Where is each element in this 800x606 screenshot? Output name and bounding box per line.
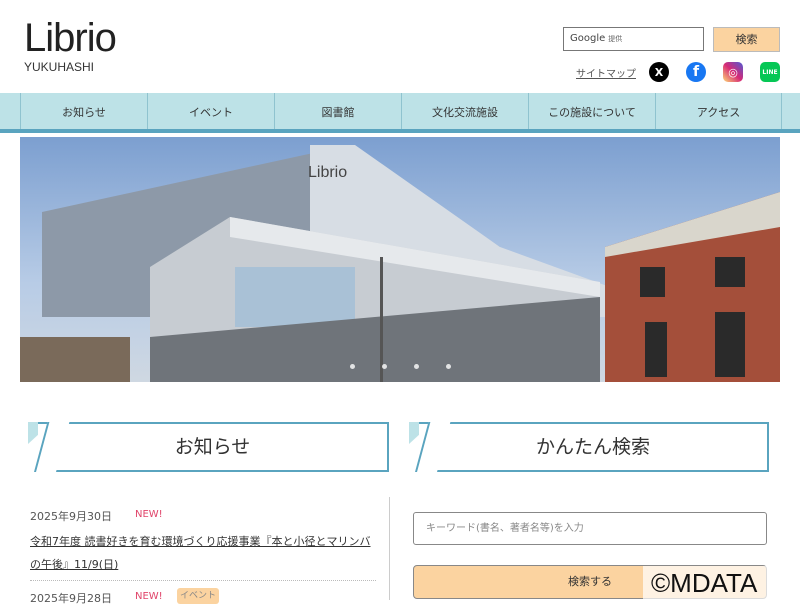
quick-search-heading: かんたん検索 xyxy=(419,422,769,472)
facebook-icon[interactable]: f xyxy=(686,62,706,82)
news-date: 2025年9月28日 xyxy=(30,592,112,605)
nav-culture[interactable]: 文化交流施設 xyxy=(401,93,528,129)
sitemap-link[interactable]: サイトマップ xyxy=(576,65,636,80)
google-note: 提供 xyxy=(608,35,623,43)
news-divider xyxy=(30,580,376,581)
news-link[interactable]: 令和7年度 読書好きを育む環境づくり応援事業『本と小径とマリンバの午後』11/9… xyxy=(30,530,380,576)
keyword-input[interactable]: キーワード(書名、著者名等)を入力 xyxy=(413,512,767,545)
nav-news[interactable]: お知らせ xyxy=(20,93,147,129)
x-icon[interactable]: X xyxy=(649,62,669,82)
slider-dot[interactable] xyxy=(382,364,387,369)
svg-text:Librio: Librio xyxy=(308,164,347,181)
news-date: 2025年9月30日 xyxy=(30,510,112,523)
slider-dot[interactable] xyxy=(446,364,451,369)
watermark: ©MDATA xyxy=(643,566,788,600)
hero-slider[interactable]: Librio xyxy=(20,137,780,382)
event-tag: イベント xyxy=(177,588,219,604)
nav-events[interactable]: イベント xyxy=(147,93,274,129)
logo-sub: YUKUHASHI xyxy=(24,60,95,74)
main-nav: お知らせ イベント 図書館 文化交流施設 この施設について アクセス xyxy=(0,93,800,133)
news-heading: お知らせ xyxy=(38,422,389,472)
instagram-icon[interactable]: ◎ xyxy=(723,62,743,82)
nav-about[interactable]: この施設について xyxy=(528,93,655,129)
slider-dot[interactable] xyxy=(414,364,419,369)
column-divider xyxy=(389,497,390,600)
search-button[interactable]: 検索 xyxy=(713,27,780,52)
nav-library[interactable]: 図書館 xyxy=(274,93,401,129)
slider-dot[interactable] xyxy=(350,364,355,369)
new-badge: NEW! xyxy=(135,591,163,602)
google-brand: Google xyxy=(570,33,606,44)
logo-main: Librio xyxy=(24,16,117,60)
line-icon[interactable]: LINE xyxy=(760,62,780,82)
google-search-input[interactable]: Google 提供 xyxy=(563,27,704,51)
hero-image: Librio xyxy=(20,145,780,382)
site-logo[interactable]: Librio YUKUHASHI xyxy=(24,16,117,74)
new-badge: NEW! xyxy=(135,509,163,520)
nav-access[interactable]: アクセス xyxy=(655,93,782,129)
slider-dots xyxy=(350,364,451,369)
